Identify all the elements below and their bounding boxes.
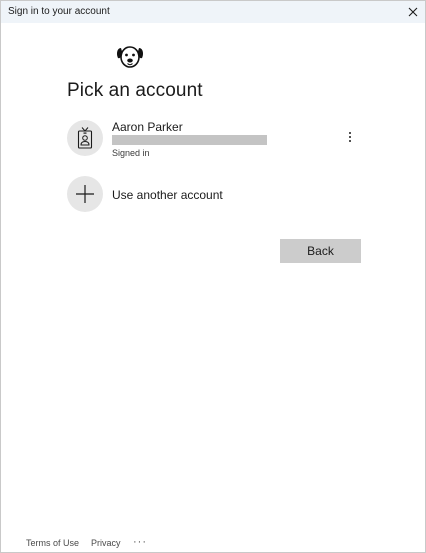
account-options-button[interactable] [341,126,359,148]
more-options-link[interactable]: ··· [133,536,147,548]
back-button[interactable]: Back [280,239,361,263]
vertical-ellipsis-icon [349,132,351,142]
sign-in-window: Sign in to your account Pick an account … [0,0,426,553]
window-title: Sign in to your account [8,6,110,17]
avatar [67,120,103,156]
account-tile[interactable]: Aaron Parker Signed in [63,116,368,162]
use-another-account-button[interactable]: Use another account [63,172,303,216]
close-icon [408,7,418,17]
use-another-account-label: Use another account [112,188,223,202]
privacy-link[interactable]: Privacy [91,538,121,548]
plus-icon [76,185,94,203]
account-name: Aaron Parker [112,120,183,134]
add-account-circle [67,176,103,212]
page-title: Pick an account [67,80,203,101]
id-badge-icon [77,127,93,149]
close-button[interactable] [403,3,423,21]
title-bar: Sign in to your account [1,1,425,23]
account-status: Signed in [112,148,150,158]
terms-of-use-link[interactable]: Terms of Use [26,538,79,548]
dog-face-icon [117,46,143,68]
account-email-redacted [112,135,267,145]
